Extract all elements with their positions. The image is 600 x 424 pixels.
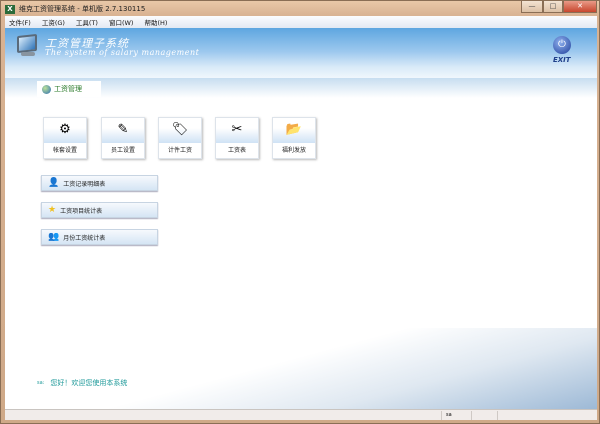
maximize-button[interactable]: □: [543, 1, 563, 13]
salary-sheet-button[interactable]: ✂ 工资表: [215, 117, 259, 159]
tag-icon: 🏷: [159, 118, 201, 143]
header-banner: 工资管理子系统 The system of salary management …: [5, 28, 597, 80]
menu-file[interactable]: 文件(F): [9, 17, 31, 27]
welfare-button[interactable]: 📂 福利发放: [272, 117, 316, 159]
menu-bar: 文件(F) 工资(G) 工具(T) 窗口(W) 帮助(H): [5, 16, 597, 28]
button-label: 月份工资统计表: [63, 234, 106, 242]
menu-tools[interactable]: 工具(T): [76, 17, 98, 27]
welcome-text: 您好！欢迎您使用本系统: [50, 379, 128, 387]
salary-detail-report-button[interactable]: 👤 工资记录明细表: [41, 175, 158, 191]
exit-icon[interactable]: ⏻: [553, 36, 571, 54]
button-label: 工资项目统计表: [60, 207, 103, 215]
tab-label: 工资管理: [54, 85, 82, 93]
pen-icon: ✎: [102, 118, 144, 143]
welcome-message: sa: 您好！欢迎您使用本系统: [37, 378, 127, 388]
globe-icon: [42, 84, 51, 94]
user-list-icon: 👤: [48, 178, 60, 188]
button-label: 计件工资: [167, 147, 192, 154]
status-cell: [471, 411, 497, 420]
username: sa:: [37, 380, 45, 386]
monitor-icon: [17, 33, 37, 54]
button-label: 员工设置: [110, 147, 135, 154]
minimize-button[interactable]: —: [521, 1, 543, 13]
monitor-stand: [21, 52, 35, 56]
close-button[interactable]: ✕: [563, 1, 597, 13]
main-area: 工资管理子系统 The system of salary management …: [5, 28, 597, 409]
tab-salary-management[interactable]: 工资管理: [37, 81, 101, 97]
exit-label[interactable]: EXIT: [553, 56, 571, 64]
piecework-salary-button[interactable]: 🏷 计件工资: [158, 117, 202, 159]
button-label: 工资记录明细表: [63, 180, 106, 188]
window-title: 维克工资管理系统 - 单机版 2.7.130115: [19, 5, 146, 13]
users-icon: 👥: [48, 232, 60, 242]
folder-icon: 📂: [273, 118, 315, 143]
gear-icon: ⚙: [44, 118, 86, 143]
salary-item-report-button[interactable]: ★ 工资项目统计表: [41, 202, 158, 218]
app-window: X 维克工资管理系统 - 单机版 2.7.130115 — □ ✕ 文件(F) …: [0, 0, 600, 424]
account-settings-button[interactable]: ⚙ 帐套设置: [43, 117, 87, 159]
chart-sheet-icon: ✂: [216, 118, 258, 143]
status-user: sa: [441, 411, 471, 420]
employee-settings-button[interactable]: ✎ 员工设置: [101, 117, 145, 159]
title-bar: X 维克工资管理系统 - 单机版 2.7.130115: [5, 3, 145, 15]
background-gradient: [5, 328, 597, 409]
system-subtitle: The system of salary management: [45, 48, 200, 57]
monthly-salary-report-button[interactable]: 👥 月份工资统计表: [41, 229, 158, 245]
button-label: 工资表: [227, 147, 246, 154]
star-icon: ★: [48, 205, 57, 215]
status-bar: sa: [5, 409, 597, 420]
button-label: 福利发放: [281, 147, 306, 154]
button-label: 帐套设置: [52, 147, 77, 154]
menu-window[interactable]: 窗口(W): [109, 17, 134, 27]
menu-salary[interactable]: 工资(G): [42, 17, 65, 27]
app-logo-icon: X: [5, 4, 15, 14]
status-cell: [497, 411, 597, 420]
menu-help[interactable]: 帮助(H): [144, 17, 167, 27]
